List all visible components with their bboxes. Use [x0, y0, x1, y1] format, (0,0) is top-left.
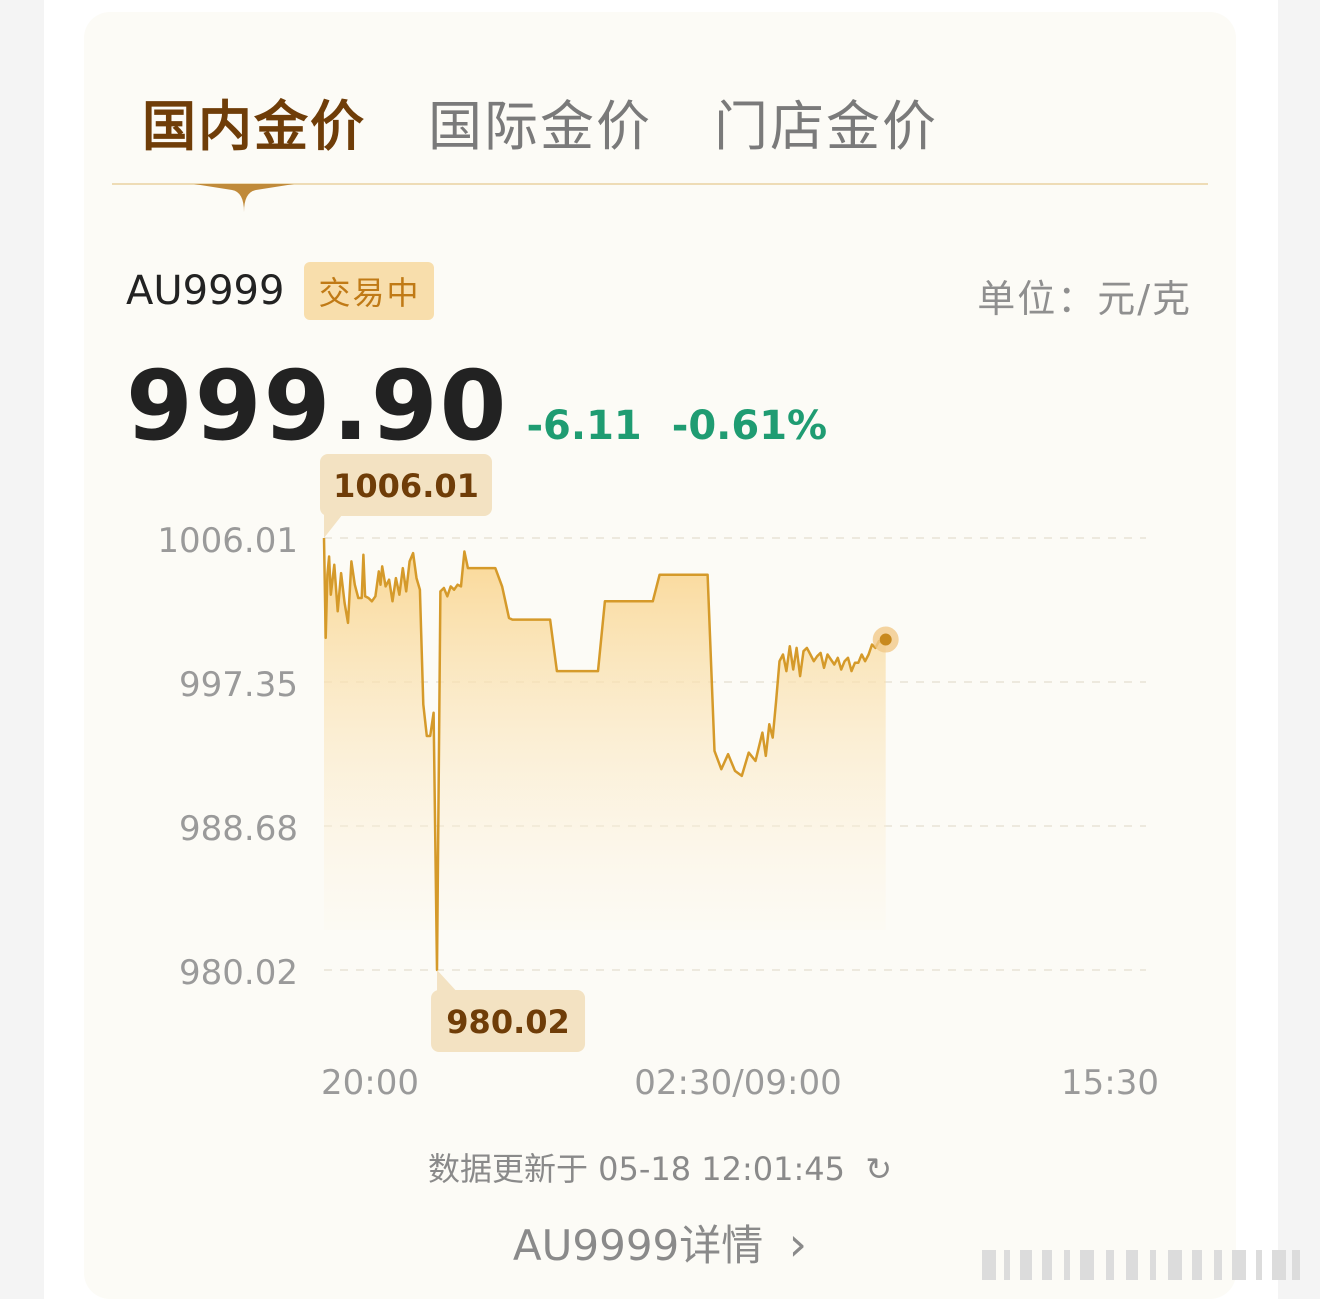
last-price-point	[879, 633, 892, 646]
intraday-price-chart[interactable]: 1006.01 997.35 988.68 980.02 20:00 02:30/09:0…	[84, 12, 1236, 1112]
y-tick-label: 997.35	[179, 665, 298, 705]
high-value-label: 1006.01	[333, 467, 479, 505]
y-tick-label: 988.68	[179, 809, 298, 849]
page-margin-left	[0, 0, 44, 1299]
refresh-icon[interactable]: ↻	[865, 1150, 892, 1188]
detail-link-label: AU9999详情	[512, 1221, 764, 1270]
barcode-watermark-icon	[982, 1250, 1300, 1280]
y-tick-label: 980.02	[179, 953, 298, 993]
update-row: 数据更新于 05-18 12:01:45 ↻	[84, 1144, 1236, 1190]
x-tick-label: 20:00	[321, 1063, 419, 1103]
low-value-label: 980.02	[446, 1003, 569, 1041]
page-margin-right	[1278, 0, 1320, 1299]
y-tick-label: 1006.01	[157, 521, 298, 561]
chevron-right-icon: ›	[788, 1217, 808, 1271]
update-timestamp: 数据更新于 05-18 12:01:45	[427, 1150, 846, 1188]
gold-price-card: 国内金价 国际金价 门店金价 AU9999 交易中 单位：元/克 999.90 …	[84, 12, 1236, 1299]
x-tick-label: 02:30/09:00	[634, 1063, 841, 1103]
x-tick-label: 15:30	[1061, 1063, 1159, 1103]
